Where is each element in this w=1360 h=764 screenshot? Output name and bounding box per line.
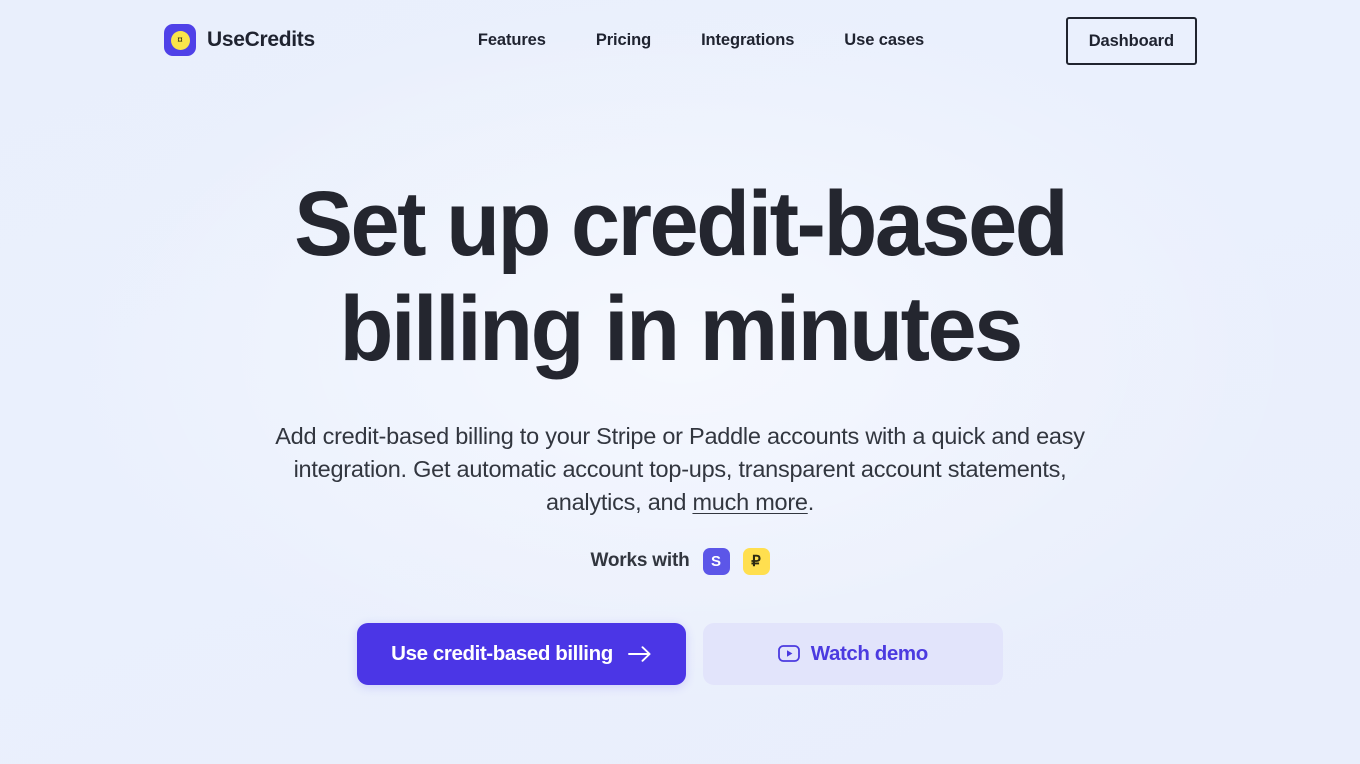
nav-item-integrations[interactable]: Integrations [701, 31, 794, 50]
brand-coin-glyph: ¤ [170, 30, 190, 50]
site-header: ¤ UseCredits Features Pricing Integratio… [0, 0, 1360, 80]
nav-item-use-cases[interactable]: Use cases [844, 31, 924, 50]
dashboard-button[interactable]: Dashboard [1065, 17, 1197, 65]
stripe-icon[interactable]: S [702, 547, 730, 575]
paddle-icon[interactable]: ₽ [742, 547, 770, 575]
hero-subtitle-line-2-after: . [807, 489, 815, 516]
cta-row: Use credit-based billing Watch demo [357, 622, 1003, 685]
secondary-cta-label: Watch demo [810, 641, 929, 665]
use-credit-based-billing-button[interactable]: Use credit-based billing [357, 622, 686, 685]
coin-icon: ¤ [164, 24, 196, 56]
page-title-line-2: billing in minutes [339, 277, 1023, 380]
brand-logo-link[interactable]: ¤ UseCredits [164, 24, 315, 56]
much-more-link[interactable]: much more [692, 489, 808, 515]
arrow-right-icon [627, 646, 651, 662]
page-title-line-1: Set up credit-based [293, 173, 1069, 275]
brand-name: UseCredits [207, 28, 315, 51]
page-title: Set up credit-based billing in minutes [293, 172, 1069, 382]
works-with-row: Works with S ₽ [590, 547, 770, 575]
play-icon [777, 645, 800, 663]
nav-item-pricing[interactable]: Pricing [596, 31, 651, 50]
hero-section: Set up credit-based billing in minutes A… [0, 80, 1360, 685]
primary-cta-label: Use credit-based billing [391, 641, 613, 665]
hero-subtitle: Add credit-based billing to your Stripe … [265, 420, 1095, 520]
watch-demo-button[interactable]: Watch demo [702, 622, 1003, 685]
nav-item-features[interactable]: Features [478, 31, 546, 50]
works-with-label: Works with [590, 550, 690, 572]
